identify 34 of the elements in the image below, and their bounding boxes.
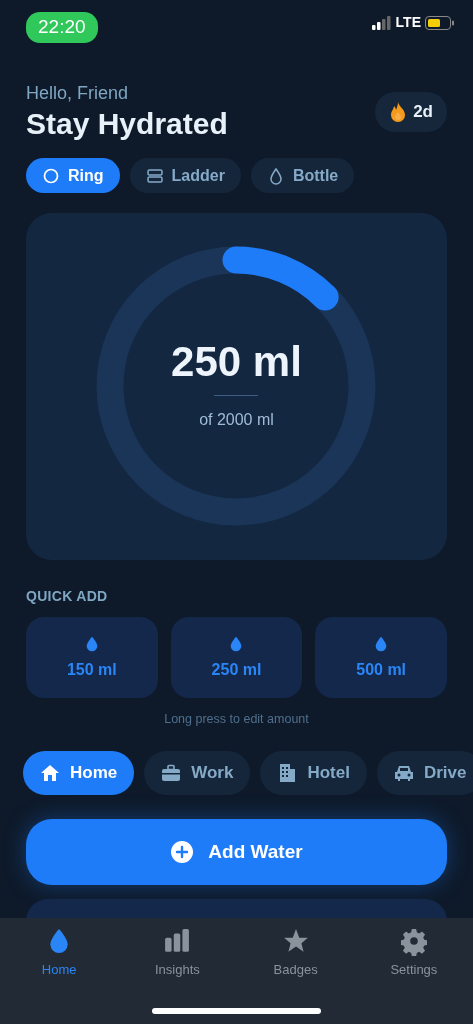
building-icon — [277, 762, 298, 783]
network-label: LTE — [395, 13, 421, 32]
intake-amount: 250 ml — [171, 341, 302, 383]
mode-tab[interactable]: Bottle — [250, 158, 355, 193]
house-icon — [40, 762, 60, 783]
tab-item[interactable]: Settings — [354, 926, 473, 982]
tab-item[interactable]: Insights — [118, 926, 237, 982]
hint-text: Long press to edit amount — [163, 711, 310, 728]
mode-tab[interactable]: Ring — [26, 158, 120, 193]
signal-icon — [371, 15, 392, 30]
battery-icon — [425, 15, 455, 30]
streak-badge: 2d — [375, 92, 447, 132]
section-heading: QUICK ADD — [25, 587, 109, 606]
settings-icon — [400, 926, 427, 956]
quick-add-button[interactable]: 250 ml — [170, 617, 303, 698]
page-title: Stay Hydrated — [26, 107, 228, 140]
location-chip[interactable]: Home — [23, 750, 135, 795]
location-chip[interactable]: Hotel — [260, 750, 367, 795]
greeting: Hello, Friend — [26, 82, 130, 105]
circle-icon — [42, 166, 60, 185]
briefcase-icon — [161, 762, 182, 783]
plus-icon — [170, 839, 195, 864]
flame-icon — [389, 102, 408, 122]
tab-item[interactable]: Home — [0, 926, 119, 982]
add-water-button[interactable]: Add Water — [26, 818, 447, 885]
stacked-bars-icon — [145, 166, 164, 185]
mode-tab[interactable]: Ladder — [129, 158, 241, 193]
tab-item[interactable]: Badges — [236, 926, 355, 982]
quick-add-button[interactable]: 500 ml — [315, 617, 447, 698]
location-chip[interactable]: Drive — [376, 750, 473, 795]
goal-label: of 2000 ml — [198, 410, 275, 430]
clock: 22:20 — [26, 12, 98, 43]
quick-add-button[interactable]: 150 ml — [26, 617, 158, 698]
location-chip[interactable]: Work — [144, 750, 251, 795]
